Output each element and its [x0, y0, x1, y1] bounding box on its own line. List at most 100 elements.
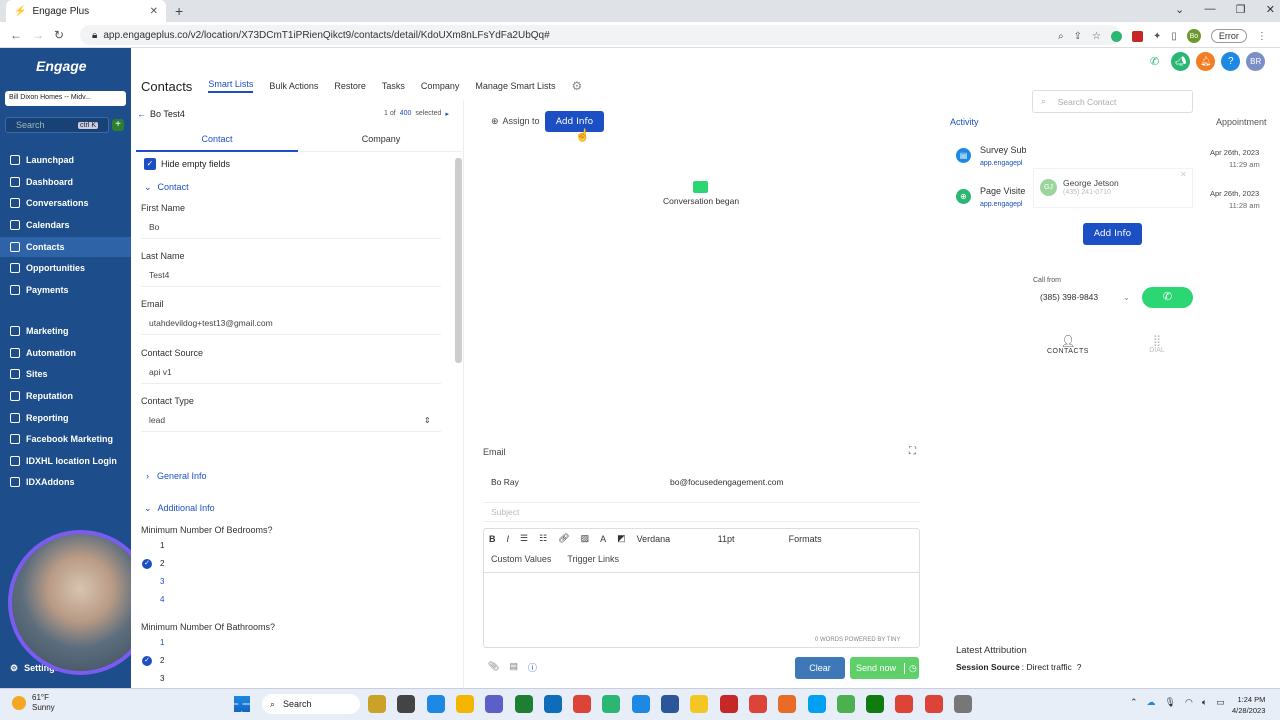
text-color-icon[interactable]: A	[600, 534, 606, 544]
field-input[interactable]: api v1	[141, 362, 441, 384]
italic-icon[interactable]: I	[507, 534, 510, 544]
bedroom-option[interactable]: 3	[160, 577, 164, 586]
zoom-icon[interactable]: ⌕	[1058, 31, 1064, 42]
back-link[interactable]: ← Bo Test4	[137, 109, 185, 119]
size-select[interactable]: 11pt	[718, 534, 778, 544]
formats-select[interactable]: Formats	[789, 534, 822, 544]
clock-icon[interactable]: ◷	[904, 662, 917, 674]
bold-icon[interactable]: B	[489, 534, 496, 544]
chrome-icon[interactable]	[573, 695, 592, 713]
image-icon[interactable]: ▨	[581, 533, 590, 544]
extension-green-icon[interactable]	[1110, 30, 1122, 42]
field-input[interactable]: utahdevildog+test13@gmail.com	[141, 313, 441, 335]
browser-tab[interactable]: ⚡ Engage Plus ✕	[6, 0, 166, 22]
section-general-info[interactable]: › General Info	[146, 471, 207, 481]
word-icon[interactable]	[661, 695, 679, 713]
tab-tasks[interactable]: Tasks	[382, 81, 405, 91]
close-icon[interactable]: ✕	[1180, 170, 1187, 179]
document-icon[interactable]: ▤	[509, 661, 518, 674]
appointment-tab[interactable]: Appointment	[1216, 117, 1267, 127]
sidebar-item-reporting[interactable]: Reporting	[0, 408, 131, 428]
calculator-icon[interactable]	[954, 695, 972, 713]
bathroom-option[interactable]: 2	[160, 656, 164, 665]
call-button[interactable]: ✆	[1142, 287, 1193, 308]
dialer-add-info-button[interactable]: Add Info	[1083, 223, 1142, 245]
sidebar-item-sites[interactable]: Sites	[0, 364, 131, 384]
terminal-icon[interactable]	[397, 695, 416, 713]
chrome-dev-icon[interactable]	[602, 695, 621, 713]
wifi-icon[interactable]: ◠	[1185, 697, 1193, 708]
taskbar-search[interactable]: ⌕ Search	[262, 694, 360, 714]
minimize-icon[interactable]: —	[1204, 3, 1215, 16]
bedroom-option[interactable]: 4	[160, 595, 164, 604]
new-tab-button[interactable]: +	[175, 3, 183, 19]
quick-add-button[interactable]: +	[112, 119, 124, 131]
folder-icon[interactable]	[455, 695, 474, 713]
activity-title[interactable]: Survey Sub	[980, 145, 1027, 155]
subject-input[interactable]: Subject	[483, 502, 920, 522]
call-from-select[interactable]: (385) 398-9843 ⌄	[1040, 292, 1130, 303]
account-switcher[interactable]: Bill Dixon Homes -- Midv...	[5, 91, 126, 106]
info-icon[interactable]: ⓘ	[528, 661, 537, 674]
share-icon[interactable]: ⇪	[1074, 31, 1082, 42]
file-explorer-icon[interactable]	[368, 695, 386, 713]
excel-icon[interactable]	[514, 695, 533, 713]
tab-restore[interactable]: Restore	[334, 81, 366, 91]
bathroom-option[interactable]: 1	[160, 638, 164, 647]
outlook-icon[interactable]	[543, 695, 562, 713]
skype-icon[interactable]	[807, 695, 826, 713]
maximize-icon[interactable]: ❐	[1236, 3, 1246, 16]
assign-to[interactable]: ⊕ Assign to	[491, 116, 540, 127]
tab-close-icon[interactable]: ✕	[150, 6, 158, 17]
sidebar-item-calendars[interactable]: Calendars	[0, 215, 131, 235]
error-badge[interactable]: Error	[1210, 29, 1247, 43]
weather-widget[interactable]: 61°F Sunny	[12, 693, 55, 713]
sidebar-item-idxaddons[interactable]: IDXAddons	[0, 472, 131, 492]
bathroom-option[interactable]: 3	[160, 674, 164, 683]
next-icon[interactable]: ▸	[445, 110, 449, 118]
volume-icon[interactable]: 🔈︎	[1202, 697, 1207, 708]
field-input[interactable]: Test4	[141, 265, 441, 287]
star-icon[interactable]: ☆	[1092, 31, 1101, 42]
extension-red-icon[interactable]	[1131, 30, 1143, 42]
search-input[interactable]: Search	[16, 120, 45, 130]
link-icon[interactable]: 🔗︎	[558, 533, 569, 544]
teams-icon[interactable]	[485, 695, 504, 713]
clock[interactable]: 1:24 PM 4/28/2023	[1232, 694, 1265, 716]
section-contact[interactable]: ⌄ Contact	[144, 182, 189, 193]
pager-total[interactable]: 400	[400, 110, 412, 118]
contact-tab[interactable]: Contact	[136, 130, 298, 152]
expand-icon[interactable]: ⛶	[909, 446, 916, 457]
sidebar-item-facebook-marketing[interactable]: Facebook Marketing	[0, 429, 131, 449]
gear-icon[interactable]: ⚙	[571, 79, 582, 93]
forward-icon[interactable]: →	[32, 28, 44, 42]
chrome-alt-icon[interactable]	[748, 695, 767, 713]
sidebar-item-opportunities[interactable]: Opportunities	[0, 258, 131, 278]
url-field[interactable]: 🔒︎ app.engageplus.co/v2/location/X73DCmT…	[80, 25, 1120, 45]
tab-bulk-actions[interactable]: Bulk Actions	[269, 81, 318, 91]
close-icon[interactable]: ✕	[1266, 3, 1275, 16]
sidebar-item-launchpad[interactable]: Launchpad	[0, 150, 131, 170]
bell-icon[interactable]: 🔔︎	[1196, 52, 1216, 71]
search-contact-input[interactable]: ⌕ Search Contact	[1032, 90, 1193, 113]
sidebar-item-conversations[interactable]: Conversations	[0, 193, 131, 213]
hide-empty-checkbox[interactable]: ✓ Hide empty fields	[144, 158, 230, 170]
highlight-icon[interactable]: ◩	[617, 533, 626, 544]
trigger-links-menu[interactable]: Trigger Links	[567, 554, 619, 564]
battery-icon[interactable]: ▭	[1216, 697, 1225, 708]
sidebar-item-contacts[interactable]: Contacts	[0, 237, 131, 257]
chrome-active-icon[interactable]	[895, 695, 914, 713]
bullet-list-icon[interactable]: ☰	[520, 533, 528, 544]
brush-icon[interactable]	[778, 695, 797, 713]
from-name[interactable]: Bo Ray	[491, 477, 519, 487]
cloud-icon[interactable]: ☁	[1147, 697, 1156, 708]
sidebar-item-reputation[interactable]: Reputation	[0, 386, 131, 406]
sidebar-item-marketing[interactable]: Marketing	[0, 321, 131, 341]
help-icon[interactable]: ?	[1221, 52, 1241, 71]
sidebar-item-automation[interactable]: Automation	[0, 343, 131, 363]
bedroom-option[interactable]: 1	[160, 541, 164, 550]
chevron-up-icon[interactable]: ⌃	[1130, 697, 1138, 708]
editor-body[interactable]	[484, 572, 919, 634]
section-additional-info[interactable]: ⌄ Additional Info	[144, 503, 215, 514]
field-input[interactable]: Bo	[141, 217, 441, 239]
